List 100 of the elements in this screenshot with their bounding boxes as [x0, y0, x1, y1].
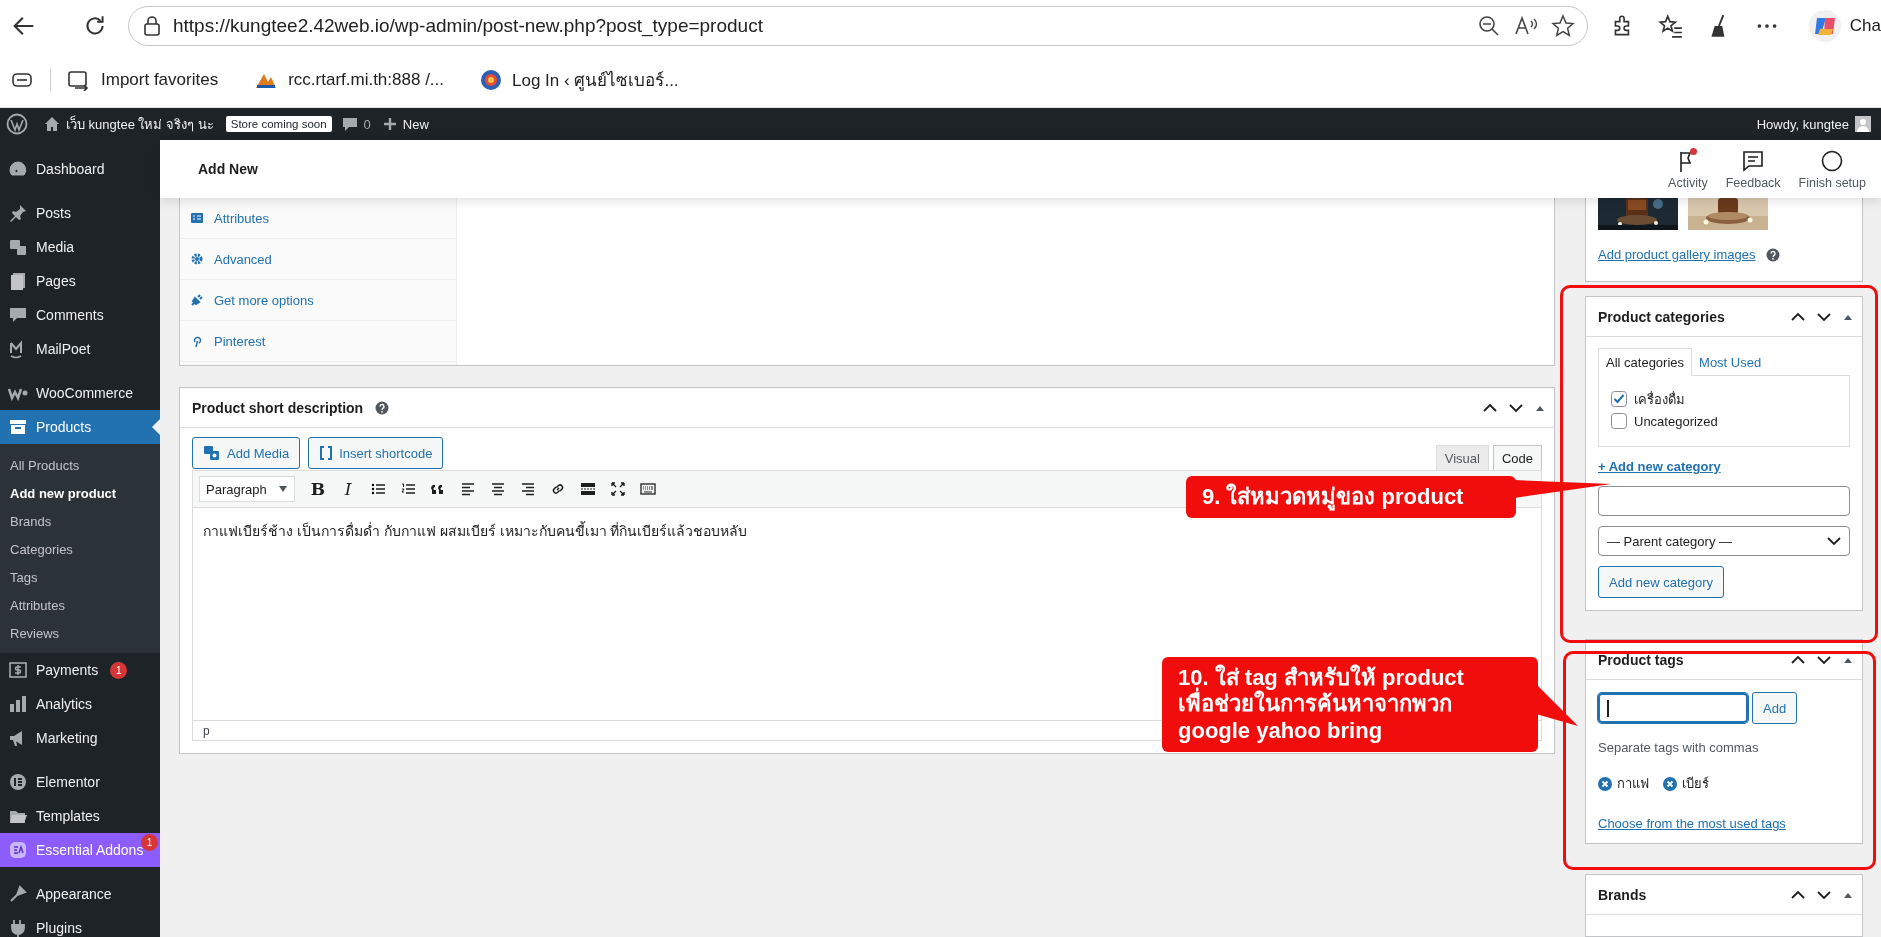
account-link[interactable]: Howdy, kungtee [1756, 116, 1871, 132]
sidebar-item[interactable]: Dashboard [0, 152, 160, 186]
caret-icon [278, 485, 288, 493]
sidebar-item[interactable]: Posts [0, 196, 160, 230]
callout-note: 10. ใส่ tag สำหรับให้ product เพื่อช่วยในการค้นหาจากพวก google yahoo bring [1162, 657, 1538, 753]
bulleted-list-icon[interactable] [370, 481, 386, 497]
pin-icon [8, 203, 28, 223]
sidebar-item[interactable]: Templates [0, 799, 160, 833]
import-icon [67, 68, 91, 91]
submenu-item[interactable]: Attributes [0, 591, 160, 619]
profile-label[interactable]: Cha [1849, 16, 1881, 36]
bookmark[interactable]: Log In ‹ ศูนย์ไซเบอร์... [480, 66, 679, 93]
site-name-link[interactable]: เว็บ kungtee ใหม่ จริงๆ นะ [44, 113, 214, 135]
read-more-icon[interactable] [580, 481, 596, 497]
box-title: Product short description [192, 399, 364, 416]
help-icon [1765, 247, 1780, 262]
brush-icon [8, 884, 28, 904]
plug-icon [8, 918, 28, 937]
italic-button[interactable]: I [333, 474, 363, 504]
bookmark[interactable]: Import favorites [67, 68, 219, 91]
sidebar-item[interactable]: Essential Addons 1 [0, 833, 160, 867]
align-center-icon[interactable] [490, 481, 506, 497]
align-right-icon[interactable] [520, 481, 536, 497]
add-gallery-link[interactable]: Add product gallery images [1598, 247, 1756, 262]
header-action[interactable]: Activity [1659, 148, 1717, 190]
sidebar-item[interactable]: Products [0, 410, 160, 444]
bold-button[interactable]: B [303, 474, 333, 504]
callout-note: 9. ใส่หมวดหมู่ของ product [1186, 476, 1516, 519]
sidebar-item[interactable]: Plugins [0, 911, 160, 937]
editor-tab[interactable]: Code [1492, 445, 1542, 470]
editor-tab[interactable]: Visual [1435, 445, 1489, 470]
header-action[interactable]: Feedback [1716, 148, 1790, 190]
remove-icon[interactable] [1598, 776, 1612, 791]
align-left-icon[interactable] [460, 481, 476, 497]
category-name-field[interactable] [1598, 486, 1850, 516]
sidebar-item[interactable]: Analytics [0, 687, 160, 721]
avatar-icon [1855, 116, 1871, 132]
product-data-tab[interactable]: Pinterest [180, 321, 456, 362]
sidebar-item[interactable]: Marketing [0, 721, 160, 755]
add-tag-button[interactable]: Add [1752, 692, 1798, 724]
media-icon [8, 237, 28, 257]
submenu-item[interactable]: Reviews [0, 619, 160, 647]
keyboard-icon[interactable] [640, 481, 656, 497]
sidebar-item[interactable]: Appearance [0, 877, 160, 911]
sidebar-item[interactable]: Pages [0, 264, 160, 298]
product-data-tab[interactable]: Get more options [180, 280, 456, 321]
site-icon [480, 68, 503, 91]
sidebar-item[interactable]: WooCommerce [0, 376, 160, 410]
most-used-tags-link[interactable]: Choose from the most used tags [1598, 816, 1786, 831]
media-icon [203, 445, 221, 461]
gear-icon [190, 252, 204, 266]
category-tab[interactable]: Most Used [1692, 349, 1769, 375]
submenu-item[interactable]: All Products [0, 451, 160, 479]
insert-shortcode-button[interactable]: Insert shortcode [308, 437, 444, 469]
category-label[interactable]: เครื่องดื่ม [1634, 388, 1685, 410]
pages-icon [8, 271, 28, 291]
plug-icon [190, 293, 204, 307]
editor-content[interactable]: กาแฟเบียร์ช้าง เป็นการดื่มด่ำ กับกาแฟ ผสมเบียร์ เหมาะกับคนขี้เมา ที่กินเบียร์แล้วชอบหลับ [203, 523, 748, 539]
dashboard-icon [8, 159, 28, 179]
plus-icon [382, 117, 397, 131]
parent-category-select[interactable]: — Parent category — [1598, 526, 1850, 556]
category-label[interactable]: Uncategorized [1634, 413, 1718, 429]
new-link[interactable]: New [382, 116, 429, 132]
chevron-down-icon [1827, 536, 1841, 546]
list-icon [190, 211, 204, 225]
star-icon[interactable] [1551, 14, 1575, 38]
page-title: Add New [198, 161, 259, 177]
sidebar-item[interactable]: Elementor [0, 765, 160, 799]
submenu-item[interactable]: Brands [0, 507, 160, 535]
home-icon [44, 116, 60, 132]
fullscreen-icon[interactable] [610, 481, 626, 497]
product-data-tab[interactable]: Advanced [180, 239, 456, 280]
bookmark[interactable]: rcc.rtarf.mi.th:888 /... [254, 69, 445, 90]
sidebar-item[interactable]: MailPoet [0, 332, 160, 366]
remove-icon[interactable] [1663, 776, 1677, 791]
store-status-badge[interactable]: Store coming soon [225, 116, 332, 132]
comments-link[interactable]: 0 [341, 116, 371, 132]
payments-icon [8, 660, 28, 680]
checked-checkbox[interactable] [1611, 391, 1627, 407]
numbered-list-icon[interactable] [400, 481, 416, 497]
checkbox[interactable] [1611, 413, 1627, 429]
zoom-out-icon[interactable] [1477, 14, 1501, 38]
submenu-item[interactable]: Add new product [0, 479, 160, 507]
tag-input-field[interactable] [1598, 693, 1748, 723]
add-media-button[interactable]: Add Media [192, 437, 301, 469]
favorites-icon[interactable] [1658, 13, 1684, 39]
submenu-item[interactable]: Categories [0, 535, 160, 563]
sidebar-item[interactable]: Media [0, 230, 160, 264]
category-tab[interactable]: All categories [1598, 348, 1693, 376]
header-action[interactable]: Finish setup [1789, 148, 1875, 190]
addons-icon [8, 840, 28, 860]
product-data-tab[interactable]: Attributes [180, 198, 456, 239]
box-title: Product tags [1598, 651, 1685, 668]
add-category-button[interactable]: Add new category [1598, 566, 1725, 598]
link-icon[interactable] [550, 481, 566, 497]
submenu-item[interactable]: Tags [0, 563, 160, 591]
format-select[interactable]: Paragraph [199, 476, 295, 502]
sidebar-item[interactable]: Payments 1 [0, 653, 160, 687]
add-category-link[interactable]: + Add new category [1598, 459, 1721, 474]
sidebar-item[interactable]: Comments [0, 298, 160, 332]
